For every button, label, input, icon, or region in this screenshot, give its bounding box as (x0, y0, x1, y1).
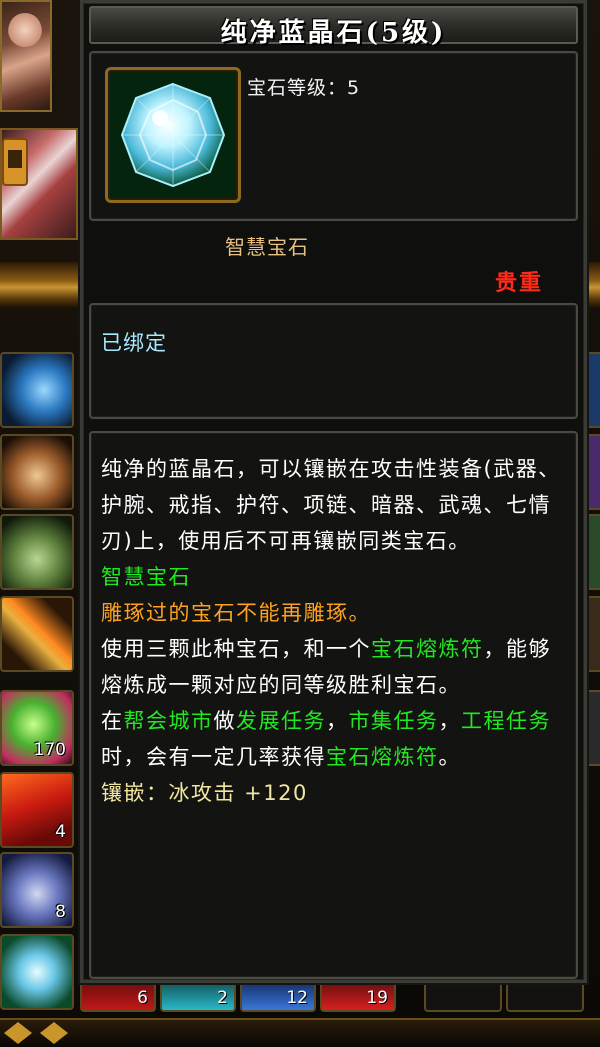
obtain-text: ， (326, 709, 349, 733)
bottom-bar (0, 1018, 600, 1047)
obtain-text: 在 (101, 709, 124, 733)
inventory-slot-green-herb[interactable]: 170 (0, 690, 74, 766)
item-tooltip: 纯净蓝晶石(5级) 宝石等级：5 智慧宝石 贵重 已绑定 纯净的蓝晶石，可以镶嵌… (80, 0, 587, 983)
hotbar-count: 12 (286, 988, 308, 1008)
obtain-text: 做 (213, 709, 236, 733)
inventory-slot-vase[interactable]: 8 (0, 852, 74, 928)
rarity-label: 贵重 (495, 271, 544, 296)
obtain-text: 时，会有一定几率获得 (101, 745, 326, 769)
gem-type-line: 智慧宝石 (101, 565, 191, 589)
obtain-text: 。 (438, 745, 461, 769)
hotbar-count: 6 (137, 988, 148, 1008)
inlay-label: 镶嵌： (101, 781, 169, 805)
tooltip-title-bar: 纯净蓝晶石(5级) (89, 6, 578, 48)
item-header-section: 宝石等级：5 (89, 51, 578, 221)
hotbar-count: 19 (366, 988, 388, 1008)
inventory-count: 170 (33, 740, 66, 760)
gem-level-text: 宝石等级：5 (247, 77, 361, 99)
hotbar-count: 2 (217, 988, 228, 1008)
character-portrait[interactable] (0, 0, 52, 112)
description-section: 纯净的蓝晶石，可以镶嵌在攻击性装备(武器、护腕、戒指、护符、项链、暗器、武魂、七… (89, 431, 578, 979)
gem-type-label: 智慧宝石 (225, 235, 309, 259)
obtain-text: ， (438, 709, 461, 733)
inventory-slot-ring[interactable] (0, 434, 74, 510)
inventory-count: 8 (55, 902, 66, 922)
guild-city-link[interactable]: 帮会城市 (124, 709, 214, 733)
inventory-slot-crystal-sword[interactable] (0, 352, 74, 428)
inventory-slot-blue-gem[interactable] (0, 934, 74, 1010)
inventory-slot-jade-pendant[interactable] (0, 514, 74, 590)
item-icon-frame (105, 67, 241, 203)
blue-crystal-gem-icon (120, 82, 226, 188)
item-description: 纯净的蓝晶石，可以镶嵌在攻击性装备(武器、护腕、戒指、护符、项链、暗器、武魂、七… (101, 451, 566, 811)
smelting-info: 使用三颗此种宝石，和一个宝石熔炼符，能够熔炼成一颗对应的同等级胜利宝石。 (101, 631, 566, 703)
smelting-text: 使用三颗此种宝石，和一个 (101, 637, 371, 661)
smelting-charm-link[interactable]: 宝石熔炼符 (371, 637, 484, 661)
bind-status-section: 已绑定 (89, 303, 578, 419)
obtain-info: 在帮会城市做发展任务，市集任务，工程任务时，会有一定几率获得宝石熔炼符。 (101, 703, 566, 775)
engineering-task-link[interactable]: 工程任务 (461, 709, 551, 733)
inlay-value: 冰攻击 +120 (168, 781, 308, 805)
bound-status: 已绑定 (101, 331, 167, 355)
carving-warning: 雕琢过的宝石不能再雕琢。 (101, 601, 371, 625)
development-task-link[interactable]: 发展任务 (236, 709, 326, 733)
tv-icon[interactable] (2, 138, 28, 186)
description-main: 纯净的蓝晶石，可以镶嵌在攻击性装备(武器、护腕、戒指、护符、项链、暗器、武魂、七… (101, 457, 561, 553)
inventory-slot-golden-staff[interactable] (0, 596, 74, 672)
inventory-count: 4 (55, 822, 66, 842)
item-title: 纯净蓝晶石(5级) (220, 18, 447, 48)
inlay-stat: 镶嵌：冰攻击 +120 (101, 775, 566, 811)
inventory-slot-red-scroll[interactable]: 4 (0, 772, 74, 848)
market-task-link[interactable]: 市集任务 (349, 709, 439, 733)
smelting-charm-reward-link[interactable]: 宝石熔炼符 (326, 745, 439, 769)
